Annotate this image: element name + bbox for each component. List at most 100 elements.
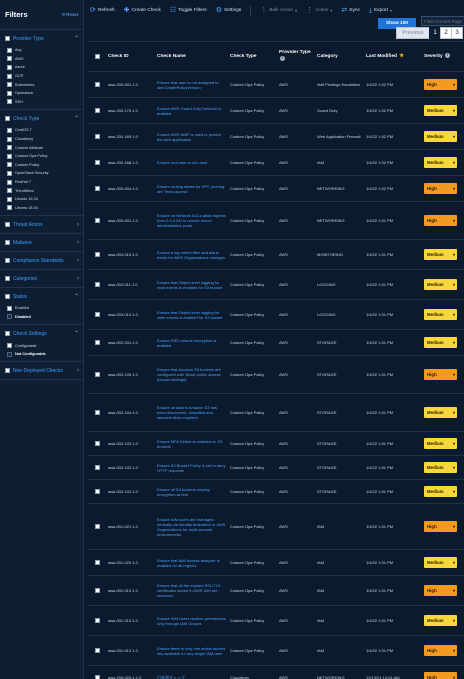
table-row[interactable]: aws-002-103.1.0 Ensure MFA Delete is enab… [88, 432, 464, 456]
table-row[interactable]: aws-200-169.1.0 Ensure AWS WAF is used to… [88, 124, 464, 150]
filter-option-checkbox[interactable] [7, 351, 12, 357]
filter-option[interactable]: Azure [5, 63, 79, 72]
col-header-provider-type[interactable]: Provider Type i [277, 50, 315, 63]
row-checkbox[interactable] [94, 282, 100, 287]
table-row[interactable]: aws-001-020.1.0 Ensure that IAM Access an… [88, 550, 464, 576]
row-checkbox[interactable] [94, 340, 100, 345]
create-check-button[interactable]: ✚ Create Check [124, 7, 161, 14]
table-row[interactable]: aws-200-020-1.1.0 日本語チェック Cloudstory AWS NET… [88, 666, 464, 679]
severity-dropdown[interactable]: High ▾ [424, 672, 457, 679]
filter-option-checkbox[interactable] [7, 205, 12, 211]
check-name-link[interactable]: Ensure AWS Guard Duty Detector is enable… [155, 106, 228, 116]
col-header-check-id[interactable]: Check ID [106, 54, 155, 60]
check-name-link[interactable]: Ensure EBS volume encryption is enabled [155, 338, 228, 348]
table-row[interactable]: aws-002-104.1.0 Ensure all data in Amazon… [88, 394, 464, 432]
check-name-link[interactable]: Ensure that user is not assigned to iam:… [155, 80, 228, 90]
filter-option-checkbox[interactable] [7, 179, 12, 185]
filter-option-checkbox[interactable] [7, 136, 12, 142]
check-name-link[interactable]: 日本語チェック [155, 675, 228, 679]
col-header-severity[interactable]: Severity i [422, 53, 464, 60]
filter-option[interactable]: Openstack [5, 89, 79, 98]
row-checkbox[interactable] [94, 648, 100, 653]
row-checkbox[interactable] [94, 160, 100, 165]
table-row[interactable]: aws-200-168.1.0 Ensure root user is not u… [88, 150, 464, 176]
filter-section-toggle[interactable]: Status ⌃ [5, 291, 79, 302]
filter-option-checkbox[interactable] [7, 196, 12, 202]
filter-option[interactable]: Custom Opa Policy [5, 152, 79, 161]
table-row[interactable]: aws-001-013.1.0 Ensure there is only one … [88, 636, 464, 666]
row-checkbox[interactable] [94, 489, 100, 494]
row-checkbox[interactable] [94, 410, 100, 415]
filter-option-checkbox[interactable] [7, 314, 12, 320]
severity-dropdown[interactable]: Medium ▾ [424, 615, 457, 626]
row-checkbox[interactable] [94, 560, 100, 565]
filter-option[interactable]: Custom Attribute [5, 143, 79, 152]
filter-section-toggle[interactable]: Check Settings ⌃ [5, 328, 79, 339]
row-checkbox[interactable] [94, 218, 100, 223]
filter-section-checkbox[interactable] [5, 116, 10, 122]
filter-option-checkbox[interactable] [7, 99, 12, 105]
filter-option[interactable]: Ubuntu 16.04 [5, 195, 79, 204]
table-row[interactable]: aws-003-010.1.0 Ensure that Object-level … [88, 300, 464, 330]
filter-option[interactable]: TrendMicro [5, 186, 79, 195]
check-name-link[interactable]: Ensure a log metric filter and alarm exi… [155, 250, 228, 260]
filter-option[interactable]: SSH [5, 98, 79, 107]
col-header-check-type[interactable]: Check Type [228, 54, 277, 60]
row-checkbox[interactable] [94, 524, 100, 529]
table-row[interactable]: aws-002-201.1.0 Ensure EBS volume encrypt… [88, 330, 464, 356]
row-checkbox[interactable] [94, 108, 100, 113]
check-name-link[interactable]: Ensure all S3 buckets employ encryption-… [155, 487, 228, 497]
severity-dropdown[interactable]: Medium ▾ [424, 557, 457, 568]
table-row[interactable]: aws-002-101.1.0 Ensure all S3 buckets emp… [88, 480, 464, 504]
row-checkbox[interactable] [94, 465, 100, 470]
filter-option-checkbox[interactable] [7, 56, 12, 62]
settings-button[interactable]: ⚙ Settings [216, 7, 242, 14]
check-name-link[interactable]: Ensure MFA Delete is enabled on S3 bucke… [155, 439, 228, 449]
severity-dropdown[interactable]: High ▾ [424, 79, 457, 90]
severity-dropdown[interactable]: High ▾ [424, 369, 457, 380]
check-name-link[interactable]: Ensure that Object-level logging for wri… [155, 310, 228, 320]
check-name-link[interactable]: Ensure IAM Users receive permissions onl… [155, 616, 228, 626]
row-checkbox[interactable] [94, 252, 100, 257]
severity-dropdown[interactable]: Medium ▾ [424, 462, 457, 473]
table-row[interactable]: aws-004-015.1.0 Ensure a log metric filte… [88, 240, 464, 270]
row-checkbox[interactable] [94, 134, 100, 139]
table-row[interactable]: aws-002-102.1.0 Ensure S3 Bucket Policy i… [88, 456, 464, 480]
check-name-link[interactable]: Ensure no Network ACLs allow ingress fro… [155, 213, 228, 228]
row-checkbox[interactable] [94, 312, 100, 317]
filter-option-checkbox[interactable] [7, 145, 12, 151]
filter-option-checkbox[interactable] [7, 170, 12, 176]
col-header-last-modified[interactable]: Last Modified ★ [364, 53, 422, 60]
filter-option-checkbox[interactable] [7, 343, 12, 349]
table-row[interactable]: aws-001-019.1.0 Ensure that all the expir… [88, 576, 464, 606]
check-name-link[interactable]: Ensure S3 Bucket Policy is set to deny H… [155, 463, 228, 473]
filter-option[interactable]: RedHat 7 [5, 178, 79, 187]
severity-dropdown[interactable]: Medium ▾ [424, 279, 457, 290]
check-name-link[interactable]: Ensure that Object-level logging for rea… [155, 280, 228, 290]
action-button[interactable]: ⋮ Action ▾ [306, 7, 332, 14]
filter-option-checkbox[interactable] [7, 64, 12, 70]
filter-option[interactable]: Any [5, 46, 79, 55]
filter-section-toggle[interactable]: Threat Actors › [5, 219, 79, 230]
severity-dropdown[interactable]: Medium ▾ [424, 157, 457, 168]
filter-option-checkbox[interactable] [7, 188, 12, 194]
filter-option[interactable]: CentOS 7 [5, 126, 79, 135]
severity-dropdown[interactable]: High ▾ [424, 521, 457, 532]
row-checkbox[interactable] [94, 618, 100, 623]
table-row[interactable]: aws-005-004.1.0 Ensure routing tables for… [88, 176, 464, 202]
severity-dropdown[interactable]: Medium ▾ [424, 486, 457, 497]
severity-dropdown[interactable]: High ▾ [424, 645, 457, 656]
select-all-checkbox[interactable] [94, 54, 100, 59]
table-row[interactable]: aws-003-011.1.0 Ensure that Object-level … [88, 270, 464, 300]
check-name-link[interactable]: Ensure IAM users are managed centrally v… [155, 517, 228, 537]
check-name-link[interactable]: Ensure that Amazon S3 buckets are config… [155, 367, 228, 382]
check-name-link[interactable]: Ensure AWS WAF is used to protect the we… [155, 132, 228, 142]
severity-dropdown[interactable]: Medium ▾ [424, 249, 457, 260]
filter-section-checkbox[interactable] [5, 258, 10, 264]
filter-section-toggle[interactable]: Provider Type ⌃ [5, 33, 79, 44]
check-name-link[interactable]: Ensure root user is not used [155, 160, 228, 165]
table-row[interactable]: aws-200-001.1.0 Ensure that user is not a… [88, 72, 464, 98]
filter-option[interactable]: Cloudstory [5, 135, 79, 144]
filter-section-checkbox[interactable] [5, 276, 10, 282]
filter-option-checkbox[interactable] [7, 162, 12, 168]
